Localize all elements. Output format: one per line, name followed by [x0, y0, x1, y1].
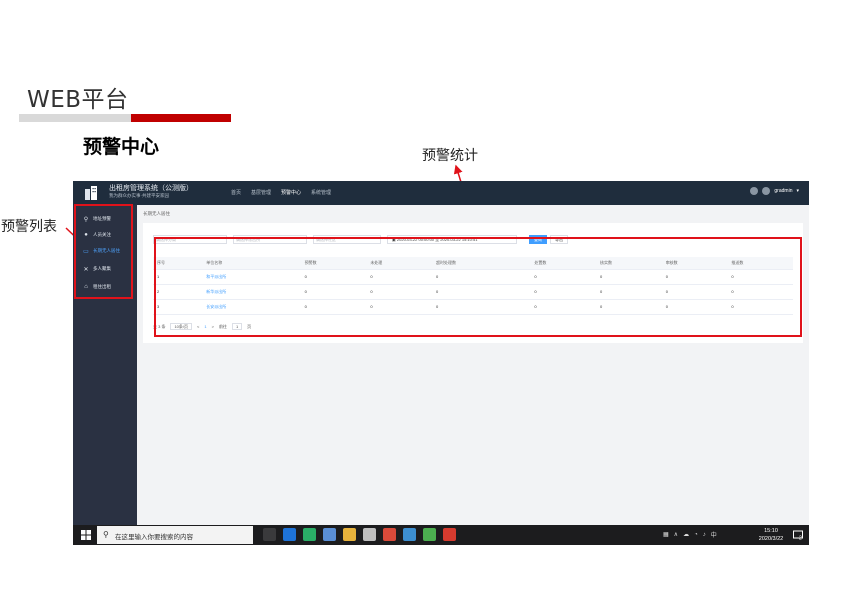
breadcrumb: 长期无人居住 — [143, 211, 170, 216]
app-grid-icon[interactable] — [383, 528, 396, 541]
cloud-icon[interactable]: ☁ — [683, 531, 689, 538]
network-icon[interactable]: ◔ — [694, 532, 698, 538]
volume-icon[interactable]: ♪ — [703, 532, 706, 538]
edge-browser-icon[interactable] — [283, 528, 296, 541]
clock-date: 2020/3/22 — [758, 536, 784, 542]
windows-start-icon[interactable] — [81, 530, 91, 540]
user-name[interactable]: gradmin — [774, 188, 792, 194]
search-app-icon[interactable] — [403, 528, 416, 541]
settings-icon[interactable] — [750, 187, 759, 195]
user-area: gradmin ▾ — [750, 187, 799, 195]
app-screenshot: 出租房管理系统（公测版） 我为群众办实事·共建平安家园 首页 基层管理 预警中心… — [73, 181, 809, 545]
notification-count: 2 — [799, 536, 802, 541]
search-icon: ⚲ — [103, 530, 109, 539]
clock-time: 15:10 — [764, 528, 778, 534]
tray-grid-icon[interactable]: ▦ — [663, 531, 669, 538]
notification-icon[interactable]: 2 — [793, 530, 803, 540]
taskbar-search-placeholder: 在这里输入你要搜索的内容 — [115, 534, 193, 541]
chevron-down-icon[interactable]: ▾ — [796, 188, 799, 194]
input-method-indicator[interactable]: 中 — [711, 530, 717, 539]
highlight-box-list — [74, 204, 133, 299]
wechat-icon[interactable] — [303, 528, 316, 541]
system-tray: ▦ ∧ ☁ ◔ ♪ 中 — [663, 530, 717, 540]
tray-expand-icon[interactable]: ∧ — [674, 531, 678, 538]
nav-home[interactable]: 首页 — [231, 189, 241, 196]
top-bar: 出租房管理系统（公测版） 我为群众办实事·共建平安家园 首页 基层管理 预警中心… — [73, 181, 809, 205]
chrome-icon[interactable] — [423, 528, 436, 541]
system-title: 出租房管理系统（公测版） — [109, 185, 193, 192]
folder-icon[interactable] — [343, 528, 356, 541]
nav-basic-management[interactable]: 基层管理 — [251, 189, 271, 196]
nav-warning-center[interactable]: 预警中心 — [281, 189, 301, 196]
top-nav: 首页 基层管理 预警中心 系统管理 — [231, 189, 331, 196]
taskbar-search[interactable]: ⚲ 在这里输入你要搜索的内容 — [97, 526, 253, 544]
avatar[interactable] — [762, 187, 771, 195]
building-logo-icon — [85, 186, 97, 200]
task-view-icon[interactable] — [263, 528, 276, 541]
taskbar-clock[interactable]: 15:10 2020/3/22 — [753, 527, 789, 543]
system-subtitle: 我为群众办实事·共建平安家园 — [109, 193, 169, 198]
nav-system-management[interactable]: 系统管理 — [311, 189, 331, 196]
calculator-icon[interactable] — [363, 528, 376, 541]
slide: WEB平台 预警中心 预警统计 预警列表 出租房管理系统（公测版） 我为群众办实… — [0, 0, 860, 603]
windows-taskbar: ⚲ 在这里输入你要搜索的内容 ▦ ∧ ☁ ◔ ♪ 中 15:10 2020/3/… — [73, 525, 809, 545]
powerpoint-icon[interactable] — [443, 528, 456, 541]
taskbar-apps — [263, 528, 456, 541]
file-manager-icon[interactable] — [323, 528, 336, 541]
highlight-box-stats — [154, 237, 802, 337]
